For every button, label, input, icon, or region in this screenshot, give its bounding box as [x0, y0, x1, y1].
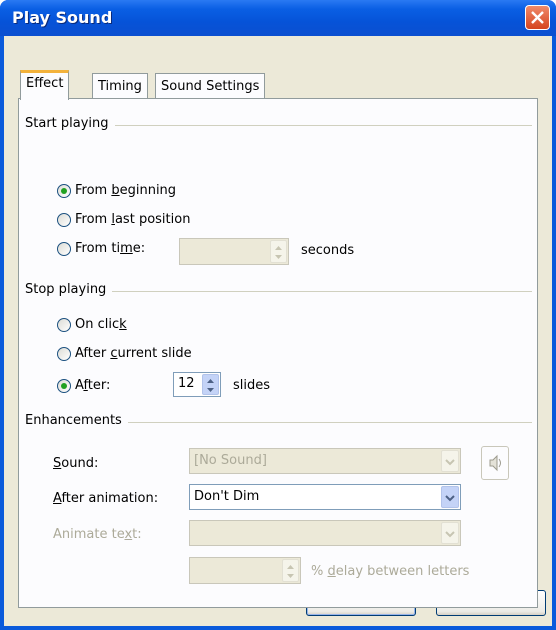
sound-select-value: [No Sound] [194, 453, 267, 468]
radio-button[interactable] [57, 212, 71, 227]
letter-delay-stepper[interactable] [189, 557, 301, 584]
after-animation-value: Don't Dim [194, 489, 260, 504]
after-slides-value[interactable]: 12 [178, 376, 195, 391]
radio-button[interactable] [57, 317, 71, 332]
speaker-icon [489, 454, 501, 472]
chevron-down-icon [445, 495, 455, 502]
radio-after-current-slide[interactable]: After current slide [57, 346, 192, 361]
sound-label: Sound: [53, 456, 99, 471]
after-animation-select[interactable]: Don't Dim [189, 484, 461, 510]
radio-button[interactable] [57, 346, 71, 361]
chevron-down-icon [445, 531, 455, 538]
sound-preview-button[interactable] [481, 446, 509, 480]
spin-arrows-icon [287, 565, 294, 578]
tab-effect-label: Effect [26, 76, 64, 91]
radio-label: From last position [75, 212, 191, 227]
chevron-down-icon [445, 459, 455, 466]
radio-button[interactable] [57, 241, 71, 256]
play-sound-dialog: Play Sound Effect Timing Sound Settings … [0, 0, 556, 630]
after-animation-label: After animation: [53, 491, 159, 506]
radio-from-time[interactable]: From time: [57, 241, 145, 256]
from-time-spin-buttons[interactable] [270, 240, 287, 263]
radio-button[interactable] [57, 183, 71, 198]
radio-button[interactable] [57, 378, 71, 393]
after-animation-dropdown-button[interactable] [441, 486, 459, 508]
sound-dropdown-button[interactable] [441, 450, 459, 472]
tab-effect[interactable]: Effect [20, 70, 70, 100]
animate-text-select[interactable] [189, 520, 461, 546]
slides-label: slides [233, 378, 271, 393]
radio-from-beginning[interactable]: From beginning [57, 183, 176, 198]
dialog-body: Effect Timing Sound Settings Start playi… [4, 36, 552, 626]
radio-label: From time: [75, 241, 146, 256]
tab-timing-label: Timing [98, 79, 142, 94]
stop-playing-heading: Stop playing [25, 282, 113, 297]
sound-select[interactable]: [No Sound] [189, 448, 461, 474]
spin-arrows-icon [275, 246, 282, 259]
enhancements-heading: Enhancements [25, 413, 128, 428]
after-slides-spin-buttons[interactable] [202, 374, 219, 395]
letter-delay-label: % delay between letters [311, 564, 470, 579]
effect-tab-panel: Start playing From beginning From last p… [18, 98, 538, 608]
close-icon [531, 11, 544, 24]
radio-label: After current slide [75, 346, 192, 361]
tab-sound-settings[interactable]: Sound Settings [155, 73, 266, 100]
close-button[interactable] [525, 5, 550, 30]
radio-label: From beginning [75, 183, 177, 198]
from-time-stepper[interactable] [179, 238, 289, 265]
letter-delay-spin-buttons[interactable] [282, 559, 299, 582]
radio-label: After: [75, 378, 111, 393]
spin-arrows-icon [207, 379, 214, 392]
tab-sound-settings-label: Sound Settings [161, 79, 260, 94]
start-playing-heading: Start playing [25, 116, 115, 131]
radio-from-last-position[interactable]: From last position [57, 212, 190, 227]
radio-after[interactable]: After: [57, 378, 110, 393]
animate-text-dropdown-button[interactable] [441, 522, 459, 544]
animate-text-label: Animate text: [53, 527, 142, 542]
after-slides-stepper[interactable]: 12 [173, 372, 221, 397]
title-bar[interactable]: Play Sound [0, 0, 556, 36]
radio-label: On click [75, 317, 127, 332]
seconds-label: seconds [301, 243, 355, 258]
radio-on-click[interactable]: On click [57, 317, 127, 332]
dialog-title: Play Sound [12, 8, 113, 27]
tab-timing[interactable]: Timing [92, 73, 148, 100]
